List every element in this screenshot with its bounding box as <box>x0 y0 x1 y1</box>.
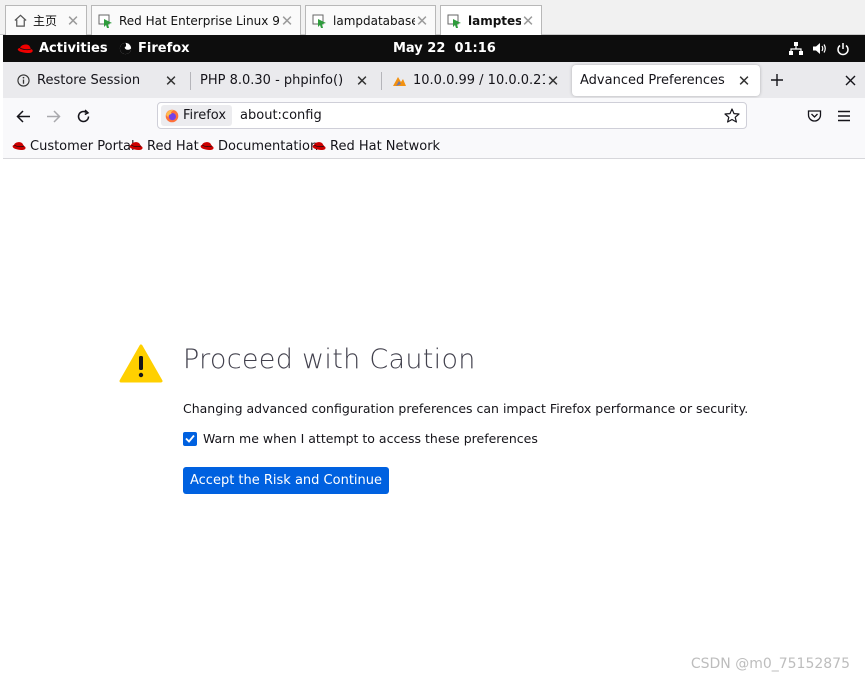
tab-label: Restore Session <box>37 73 141 88</box>
bookmark-customer-portal[interactable]: Customer Portal <box>12 137 135 156</box>
vm-icon <box>312 13 328 29</box>
navigation-toolbar: Firefox about:config <box>3 98 865 134</box>
vm-tab-lamptest[interactable]: lamptest ✕ <box>440 5 542 36</box>
firefox-tab-strip: Restore Session ✕ PHP 8.0.30 - phpinfo()… <box>3 62 865 98</box>
power-icon[interactable] <box>836 35 850 62</box>
forward-button[interactable] <box>40 104 66 128</box>
close-icon[interactable]: ✕ <box>66 12 80 30</box>
accept-risk-button[interactable]: Accept the Risk and Continue <box>183 467 389 494</box>
tab-label: Advanced Preferences <box>580 73 725 88</box>
vm-icon <box>98 13 114 29</box>
close-icon[interactable]: ✕ <box>280 12 294 30</box>
bookmark-label: Documentation <box>218 139 319 154</box>
vm-icon <box>447 13 463 29</box>
warning-description: Changing advanced configuration preferen… <box>183 401 749 416</box>
close-icon[interactable]: ✕ <box>415 12 429 30</box>
network-icon[interactable] <box>789 35 803 62</box>
hamburger-menu-icon <box>838 110 850 122</box>
tab-advanced-preferences[interactable]: Advanced Preferences ✕ <box>572 65 760 96</box>
identity-label: Firefox <box>183 108 227 123</box>
identity-box[interactable]: Firefox <box>161 105 233 126</box>
reload-icon <box>77 108 89 122</box>
back-arrow-icon <box>15 109 30 123</box>
tab-phpinfo[interactable]: PHP 8.0.30 - phpinfo() ✕ <box>192 65 378 96</box>
close-icon[interactable]: ✕ <box>521 12 535 30</box>
vm-tab-lampdatabase[interactable]: lampdatabase ✕ <box>305 5 436 35</box>
redhat-logo-icon <box>312 141 326 150</box>
bookmark-documentation[interactable]: Documentation <box>200 137 318 156</box>
app-name: Firefox <box>138 41 190 56</box>
close-icon[interactable]: ✕ <box>354 72 370 90</box>
vm-tab-label: 主页 <box>33 14 58 28</box>
firefox-logo-icon <box>165 109 179 123</box>
close-window-button[interactable] <box>837 68 863 92</box>
menu-button[interactable] <box>831 104 857 128</box>
url-text[interactable]: about:config <box>240 108 322 123</box>
gnome-top-bar: Activities Firefox May 22 01:16 <box>3 35 865 62</box>
warn-checkbox-label[interactable]: Warn me when I attempt to access these p… <box>203 431 538 446</box>
tab-label: 10.0.0.99 / 10.0.0.210 | ph <box>413 73 545 88</box>
forward-arrow-icon <box>46 109 61 123</box>
home-icon <box>12 13 28 29</box>
close-icon[interactable]: ✕ <box>545 72 561 90</box>
clock[interactable]: May 22 01:16 <box>393 35 496 62</box>
vm-tab-label: lamptest <box>468 14 521 28</box>
bookmark-star-icon[interactable] <box>724 108 740 123</box>
activities-button[interactable]: Activities <box>17 35 108 62</box>
clock-text: May 22 01:16 <box>393 41 496 56</box>
close-icon[interactable]: ✕ <box>163 72 179 90</box>
vm-tab-label: Red Hat Enterprise Linux 9 64 位 <box>119 14 280 28</box>
plus-icon <box>771 74 783 86</box>
redhat-logo-icon <box>12 141 26 150</box>
pocket-button[interactable] <box>801 104 827 128</box>
app-menu[interactable]: Firefox <box>119 35 190 62</box>
warn-checkbox[interactable] <box>183 431 197 446</box>
volume-icon[interactable] <box>812 35 827 62</box>
phpmyadmin-icon <box>391 73 407 89</box>
bookmark-red-hat[interactable]: Red Hat <box>129 137 199 156</box>
redhat-logo-icon <box>129 141 143 150</box>
vm-tab-label: lampdatabase <box>333 13 415 28</box>
tab-restore-session[interactable]: Restore Session ✕ <box>7 65 187 96</box>
bookmark-label: Red Hat Network <box>330 139 441 154</box>
url-bar[interactable]: Firefox about:config <box>157 102 747 129</box>
bookmarks-toolbar: Customer Portal Red Hat Documentation Re… <box>3 134 865 159</box>
redhat-logo-icon <box>17 43 34 55</box>
warning-icon <box>119 344 163 388</box>
tab-label: PHP 8.0.30 - phpinfo() <box>200 73 344 88</box>
vm-tab-rhel9[interactable]: Red Hat Enterprise Linux 9 64 位 ✕ <box>91 5 301 35</box>
tab-separator <box>381 72 382 90</box>
bookmark-label: Red Hat <box>147 139 199 154</box>
warn-checkbox-row[interactable]: Warn me when I attempt to access these p… <box>183 431 538 446</box>
tab-phpmyadmin[interactable]: 10.0.0.99 / 10.0.0.210 | ph ✕ <box>383 65 569 96</box>
bookmark-red-hat-network[interactable]: Red Hat Network <box>312 137 440 156</box>
firefox-icon <box>119 42 132 55</box>
checkmark-icon <box>185 434 195 443</box>
page-content: Proceed with Caution Changing advanced c… <box>3 159 865 680</box>
redhat-logo-icon <box>200 141 214 150</box>
bookmark-label: Customer Portal <box>30 139 135 154</box>
tab-separator <box>190 72 191 90</box>
new-tab-button[interactable] <box>764 68 790 92</box>
info-icon <box>15 73 31 89</box>
close-icon[interactable]: ✕ <box>736 72 752 90</box>
page-title: Proceed with Caution <box>183 344 476 375</box>
back-button[interactable] <box>10 104 36 128</box>
activities-label: Activities <box>39 41 108 56</box>
vm-tab-strip: 主页 ✕ Red Hat Enterprise Linux 9 64 位 ✕ l… <box>0 0 865 36</box>
vm-tab-home[interactable]: 主页 ✕ <box>5 5 87 35</box>
close-icon <box>845 75 855 85</box>
reload-button[interactable] <box>70 104 96 128</box>
pocket-icon <box>807 110 821 122</box>
watermark: CSDN @m0_75152875 <box>690 656 850 672</box>
